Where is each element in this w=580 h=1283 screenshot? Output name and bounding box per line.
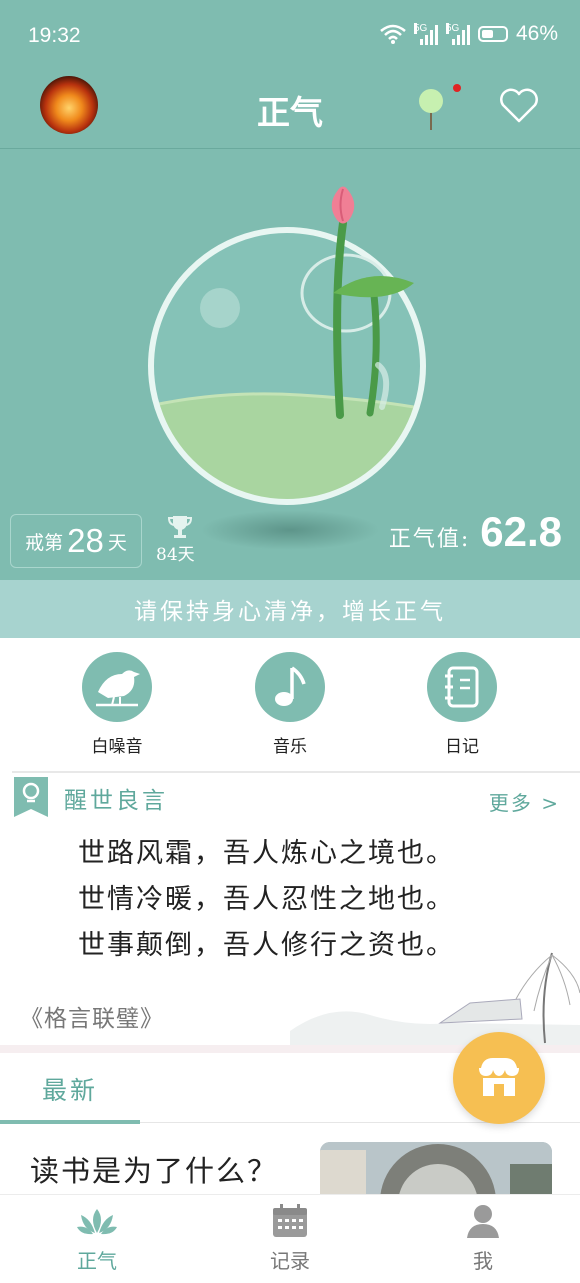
ink-landscape-illustration	[290, 952, 580, 1045]
quote-card[interactable]: 醒世良言 更多 > 世路风霜，吾人炼心之境也。 世情冷暖，吾人忍性之地也。 世事…	[0, 773, 580, 1045]
quote-line: 世情冷暖，吾人忍性之地也。	[78, 884, 455, 915]
lightbulb-icon	[14, 777, 48, 817]
more-link[interactable]: 更多 >	[489, 787, 560, 816]
nav-records[interactable]: 记录	[230, 1203, 350, 1274]
white-noise-button[interactable]: 白噪音	[57, 652, 177, 757]
music-button[interactable]: 音乐	[230, 652, 350, 757]
article-title: 读书是为了什么？	[30, 1154, 279, 1188]
zhengqi-value-display: 正气值: 62.8	[389, 508, 562, 556]
battery-level: 46%	[515, 22, 558, 45]
signal-icon: 5G	[413, 23, 438, 45]
shop-button[interactable]	[453, 1032, 545, 1124]
section-title: 醒世良言	[64, 788, 168, 814]
quote-line: 世路风霜，吾人炼心之境也。	[78, 838, 455, 869]
streak-counter: 戒第 28 天	[10, 514, 142, 568]
music-note-icon	[255, 652, 325, 722]
status-icons: 5G 5G 46%	[380, 22, 558, 46]
nav-zhengqi[interactable]: 正气	[37, 1203, 157, 1274]
best-record: 84天	[156, 545, 195, 565]
streak-days: 28	[67, 522, 104, 559]
calendar-icon	[273, 1204, 307, 1237]
store-icon	[479, 1058, 519, 1096]
heart-icon[interactable]	[498, 88, 540, 124]
notification-dot	[453, 84, 461, 92]
signal-icon-2: 5G	[445, 23, 470, 45]
quote-source: 《格言联璧》	[20, 1006, 164, 1032]
lotus-bowl-illustration[interactable]	[130, 175, 450, 515]
tab-latest[interactable]: 最新	[42, 1071, 98, 1107]
article-item[interactable]: 读书是为了什么？	[0, 1124, 580, 1196]
wifi-icon	[380, 24, 406, 44]
article-thumbnail	[320, 1142, 552, 1196]
status-bar: 19:32 5G 5G 46%	[0, 0, 580, 72]
battery-icon	[477, 26, 508, 42]
reminder-banner: 请保持身心清净，增长正气	[0, 580, 580, 638]
zhengqi-value: 62.8	[480, 508, 562, 555]
zhengqi-label: 正气值:	[388, 527, 471, 552]
bowl-shadow	[200, 510, 380, 550]
status-time: 19:32	[28, 24, 81, 47]
person-icon	[467, 1205, 499, 1238]
app-header: 正气	[0, 72, 580, 148]
trophy-icon	[167, 516, 193, 538]
tree-icon[interactable]	[418, 88, 444, 130]
tool-shortcuts: 白噪音 音乐 日记	[0, 638, 580, 770]
bird-icon	[82, 652, 152, 722]
diary-button[interactable]: 日记	[402, 652, 522, 757]
lotus-icon	[77, 1209, 117, 1235]
hero-section: 19:32 5G 5G 46% 正气 戒第 28 天 84天 正气值: 62.8	[0, 0, 580, 638]
nav-profile[interactable]: 我	[423, 1203, 543, 1274]
bottom-navigation: 正气 记录 我	[0, 1194, 580, 1283]
header-divider	[0, 148, 580, 149]
notebook-icon	[427, 652, 497, 722]
page-title: 正气	[257, 93, 323, 132]
